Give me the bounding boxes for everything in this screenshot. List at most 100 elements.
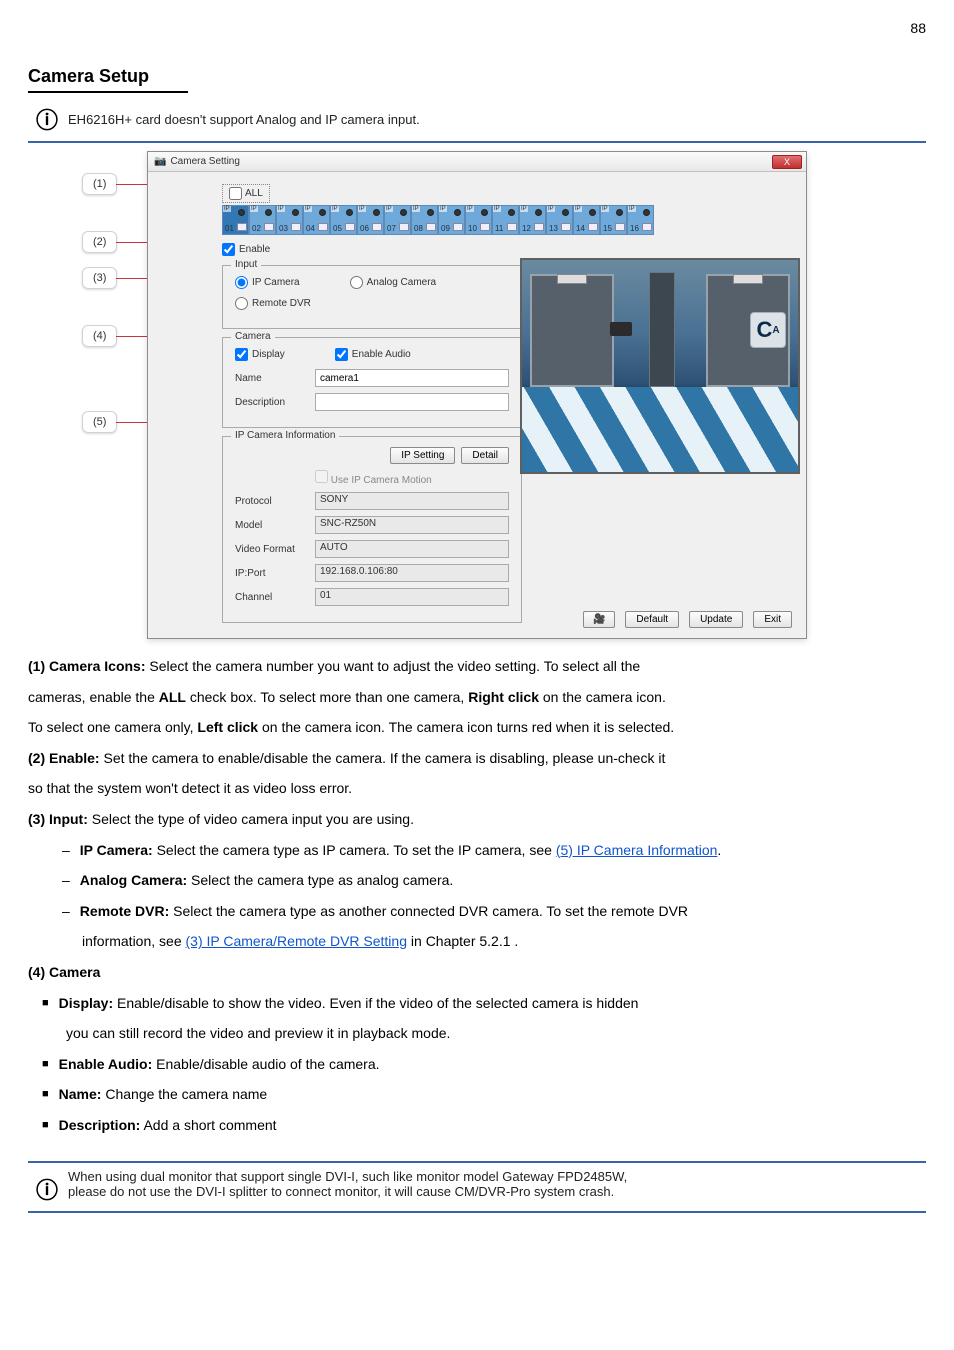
radio-remote-dvr-input[interactable]	[235, 297, 248, 310]
top-info-bar: ⓘ EH6216H+ card doesn't support Analog a…	[28, 99, 926, 143]
radio-ip-camera[interactable]: IP Camera	[235, 276, 300, 289]
enable-text: Enable	[239, 244, 270, 255]
radio-analog-camera-input[interactable]	[350, 276, 363, 289]
p3a: To select one camera only,	[28, 719, 197, 735]
link-ip-camera-info[interactable]: (5) IP Camera Information	[556, 842, 718, 858]
radio-analog-camera[interactable]: Analog Camera	[350, 276, 436, 289]
sq-enable-audio-text: Enable/disable audio of the camera.	[156, 1056, 379, 1072]
camera-tile-06[interactable]: IP06	[357, 205, 384, 235]
radio-remote-dvr[interactable]: Remote DVR	[235, 297, 311, 310]
detail-button[interactable]: Detail	[461, 447, 509, 464]
use-ip-motion-checkbox[interactable]: Use IP Camera Motion	[315, 470, 432, 486]
camera-tile-13[interactable]: IP13	[546, 205, 573, 235]
enable-audio-checkbox[interactable]: Enable Audio	[335, 348, 411, 361]
p10a: information, see	[82, 933, 186, 949]
camera-tile-05[interactable]: IP05	[330, 205, 357, 235]
callout-5: (5)	[82, 411, 117, 433]
sq-name: Name:	[59, 1086, 102, 1102]
item3-text: Select the type of video camera input yo…	[92, 811, 414, 827]
callout-4: (4)	[82, 325, 117, 347]
sq-display-text: Enable/disable to show the video. Even i…	[117, 995, 638, 1011]
camera-tile-04[interactable]: IP04	[303, 205, 330, 235]
item4-label: Camera	[49, 964, 100, 980]
enable-audio-checkbox-input[interactable]	[335, 348, 348, 361]
sq-enable-audio: Enable Audio:	[59, 1056, 153, 1072]
all-checkbox-wrap[interactable]: ALL	[222, 184, 270, 203]
display-checkbox[interactable]: Display	[235, 348, 285, 361]
enable-checkbox[interactable]	[222, 243, 235, 256]
link-ipcam-remote-setting[interactable]: (3) IP Camera/Remote DVR Setting	[186, 933, 408, 949]
model-label: Model	[235, 520, 315, 531]
p10c: in	[411, 933, 426, 949]
callout-2: (2)	[82, 231, 117, 253]
enable-checkbox-label[interactable]: Enable	[222, 243, 270, 256]
camera-tile-08[interactable]: IP08	[411, 205, 438, 235]
page-number: 88	[28, 20, 926, 36]
camera-overlay-badge: CA	[750, 312, 786, 348]
dialog-camera-icon: 📷	[154, 156, 166, 167]
name-input[interactable]	[315, 369, 509, 387]
item3-num: (3)	[28, 811, 45, 827]
input-legend: Input	[231, 259, 261, 270]
exit-button[interactable]: Exit	[753, 611, 792, 628]
all-checkbox[interactable]	[229, 187, 242, 200]
p10d: Chapter 5.2.1	[426, 933, 511, 949]
camera-tile-11[interactable]: IP11	[492, 205, 519, 235]
channel-value: 01	[315, 588, 509, 606]
footer-note-line1: When using dual monitor that support sin…	[68, 1169, 627, 1184]
p3c: on the camera icon. The camera icon turn…	[262, 719, 674, 735]
camera-setting-dialog: 📷 Camera Setting X ALL IP01 IP02 IP03 IP…	[147, 151, 807, 639]
info-icon: ⓘ	[36, 1169, 58, 1205]
channel-label: Channel	[235, 592, 315, 603]
camera-config-button[interactable]: 🎥	[583, 611, 615, 628]
camera-tile-01[interactable]: IP01	[222, 205, 249, 235]
item1-label: Camera Icons:	[49, 658, 145, 674]
camera-tile-16[interactable]: IP16	[627, 205, 654, 235]
video-format-value: AUTO	[315, 540, 509, 558]
item2-num: (2)	[28, 750, 45, 766]
camera-tile-09[interactable]: IP09	[438, 205, 465, 235]
camera-tile-12[interactable]: IP12	[519, 205, 546, 235]
camera-tile-03[interactable]: IP03	[276, 205, 303, 235]
camera-tile-10[interactable]: IP10	[465, 205, 492, 235]
item1-text: Select the camera number you want to adj…	[149, 658, 640, 674]
description-input[interactable]	[315, 393, 509, 411]
ip-setting-button[interactable]: IP Setting	[390, 447, 455, 464]
item4-num: (4)	[28, 964, 45, 980]
camera-tile-15[interactable]: IP15	[600, 205, 627, 235]
video-format-label: Video Format	[235, 544, 315, 555]
p2e: on the camera icon.	[543, 689, 666, 705]
camera-tile-02[interactable]: IP02	[249, 205, 276, 235]
dialog-body: ALL IP01 IP02 IP03 IP04 IP05 IP06 IP07 I…	[148, 172, 806, 635]
close-button[interactable]: X	[772, 155, 802, 169]
name-label: Name	[235, 373, 315, 384]
all-label: ALL	[245, 188, 263, 199]
camera-group: Camera Display Enable Audio Name Descrip…	[222, 337, 522, 428]
bullet-remote: Remote DVR:	[80, 903, 169, 919]
bullet-analog: Analog Camera:	[80, 872, 187, 888]
camera-tile-row: IP01 IP02 IP03 IP04 IP05 IP06 IP07 IP08 …	[222, 205, 792, 235]
p2-rightclick: Right click	[468, 689, 539, 705]
model-value: SNC-RZ50N	[315, 516, 509, 534]
p13: you can still record the video and previ…	[66, 1020, 926, 1047]
sq-display: Display:	[59, 995, 113, 1011]
radio-ip-camera-input[interactable]	[235, 276, 248, 289]
bullet-ipcam: IP Camera:	[80, 842, 153, 858]
camera-tile-14[interactable]: IP14	[573, 205, 600, 235]
p10e: .	[514, 933, 518, 949]
protocol-value: SONY	[315, 492, 509, 510]
update-button[interactable]: Update	[689, 611, 743, 628]
dialog-bottom-buttons: 🎥 Default Update Exit	[583, 611, 792, 628]
camera-tile-07[interactable]: IP07	[384, 205, 411, 235]
p2a: cameras, enable the	[28, 689, 159, 705]
section-title: Camera Setup	[28, 66, 188, 93]
camera-legend: Camera	[231, 331, 275, 342]
default-button[interactable]: Default	[625, 611, 679, 628]
body-text: (1) Camera Icons: Select the camera numb…	[28, 653, 926, 1143]
display-checkbox-input[interactable]	[235, 348, 248, 361]
bullet-remote-text: Select the camera type as another connec…	[173, 903, 688, 919]
dialog-screenshot: (1) (2) (3) (4) (5) 📷 Camera Setting X A…	[127, 151, 827, 641]
sq-name-text: Change the camera name	[105, 1086, 267, 1102]
preview-camera-icon	[610, 322, 632, 336]
description-label: Description	[235, 397, 315, 408]
